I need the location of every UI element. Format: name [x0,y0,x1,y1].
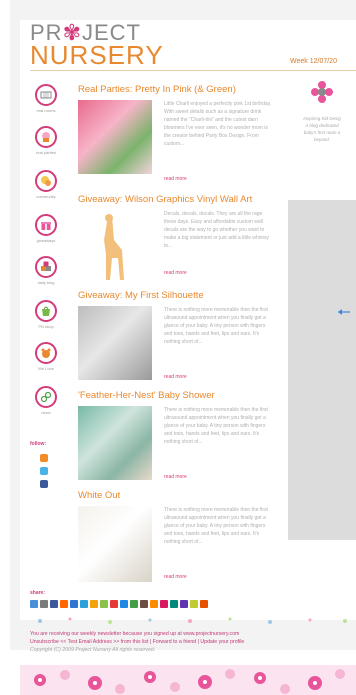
nav-label: daily blog [37,280,55,285]
nav-item-we-love[interactable]: We Love [30,342,62,371]
nav-item-news[interactable]: news [30,386,62,415]
share-newsvine-icon[interactable] [140,600,148,608]
article-title-4[interactable]: 'Feather-Her-Nest' Baby Shower [78,390,215,401]
facebook-icon[interactable] [40,480,48,488]
footer: You are receiving our weekly newsletter … [30,630,356,654]
read-more-link-4[interactable]: read more [164,474,187,480]
bear-icon [35,342,57,364]
giraffe-decal-icon [104,214,124,280]
article-body-3: There is nothing more memorable then the… [164,307,268,345]
brand-logo[interactable]: PR✾JECT NURSERY [30,22,164,70]
issue-date: Week 12/07/20 [290,58,337,65]
nav-label: real parties [36,150,56,155]
article-title-5[interactable]: White Out [78,490,120,501]
sidebar-tagline: Inspiring Kid Desig A blog dedicated bab… [288,115,356,143]
read-more-link-1[interactable]: read more [164,176,187,182]
brand-line2: NURSERY [30,40,164,70]
share-print-icon[interactable] [40,600,48,608]
article-body-5: There is nothing more memorable then the… [164,507,268,545]
chat-icon [35,170,57,192]
share-stumble-icon[interactable] [90,600,98,608]
share-reddit-icon[interactable] [110,600,118,608]
share-google-icon[interactable] [170,600,178,608]
share-mixx-icon[interactable] [190,600,198,608]
sidebar-tagline-line: baby's first room a [303,130,341,135]
share-facebook-icon[interactable] [50,600,58,608]
article-title-1[interactable]: Real Parties: Pretty In Pink (& Green) [78,84,236,95]
share-myspace-icon[interactable] [100,600,108,608]
article-thumb-1[interactable] [78,100,152,174]
nav-item-real-rooms[interactable]: real rooms [30,84,62,113]
copyright: Copyright (C) 2009 Project Nursery All r… [30,647,156,653]
nav-item-giveaways[interactable]: giveaways [30,214,62,243]
follow-label: follow: [30,441,47,447]
article-body-4: There is nothing more memorable then the… [164,407,268,445]
share-yahoo-icon[interactable] [160,600,168,608]
read-more-link-2[interactable]: read more [164,270,187,276]
nav-label: real rooms [36,108,56,113]
article-title-2[interactable]: Giveaway: Wilson Graphics Vinyl Wall Art [78,194,252,205]
share-more-icon[interactable] [200,600,208,608]
nav-item-daily-blog[interactable]: daily blog [30,256,62,285]
link-icon [35,386,57,408]
share-linkedin-icon[interactable] [120,600,128,608]
article-thumb-3[interactable] [78,306,152,380]
nav-item-community[interactable]: community [30,170,62,199]
read-more-link-5[interactable]: read more [164,574,187,580]
sidebar-tagline-line: Inspiring Kid Desig [303,116,341,121]
article-thumb-5[interactable] [78,506,152,582]
share-label: share: [30,590,46,596]
nav-item-real-parties[interactable]: real parties [30,126,62,155]
cupcake-icon [35,126,57,148]
dot-border-decoration [38,617,347,624]
share-email-icon[interactable] [30,600,38,608]
article-thumb-2[interactable] [78,210,152,284]
sidebar-tagline-line: A blog dedicated [305,123,339,128]
article-thumb-4[interactable] [78,406,152,480]
flower-pattern-icon [34,669,345,694]
subscription-notice: You are receiving our weekly newsletter … [30,631,240,637]
bag-icon [35,300,57,322]
share-live-icon[interactable] [180,600,188,608]
gift-icon [35,214,57,236]
share-digg-icon[interactable] [60,600,68,608]
nav-label: PN shop [38,324,54,329]
flower-pattern-banner [20,665,356,695]
flower-icon [311,81,333,103]
share-technorati-icon[interactable] [130,600,138,608]
nav-label: community [36,194,56,199]
sidebar-tagline-line: beyond. [313,137,330,142]
blocks-icon [35,256,57,278]
footer-links[interactable]: Unsubscribe << Test Email Address >> fro… [30,638,356,646]
share-icons [30,600,356,610]
article-title-3[interactable]: Giveaway: My First Silhouette [78,290,204,301]
share-delicious-icon[interactable] [70,600,78,608]
rss-icon[interactable] [40,454,48,462]
ad-placeholder[interactable] [288,200,356,540]
nav-item-pn-shop[interactable]: PN shop [30,300,62,329]
nav-label: giveaways [36,238,56,243]
arrow-left-icon [338,309,350,315]
article-body-2: Decals, decals, decals. They are all the… [164,211,270,249]
crib-icon [35,84,57,106]
share-twitter-icon[interactable] [80,600,88,608]
nav-label: news [41,410,51,415]
twitter-icon[interactable] [40,467,48,475]
read-more-link-3[interactable]: read more [164,374,187,380]
article-body-1: Little Charli enjoyed a perfectly pink 1… [164,101,272,147]
share-blogger-icon[interactable] [150,600,158,608]
nav-label: We Love [38,366,54,371]
header-divider [30,70,356,71]
